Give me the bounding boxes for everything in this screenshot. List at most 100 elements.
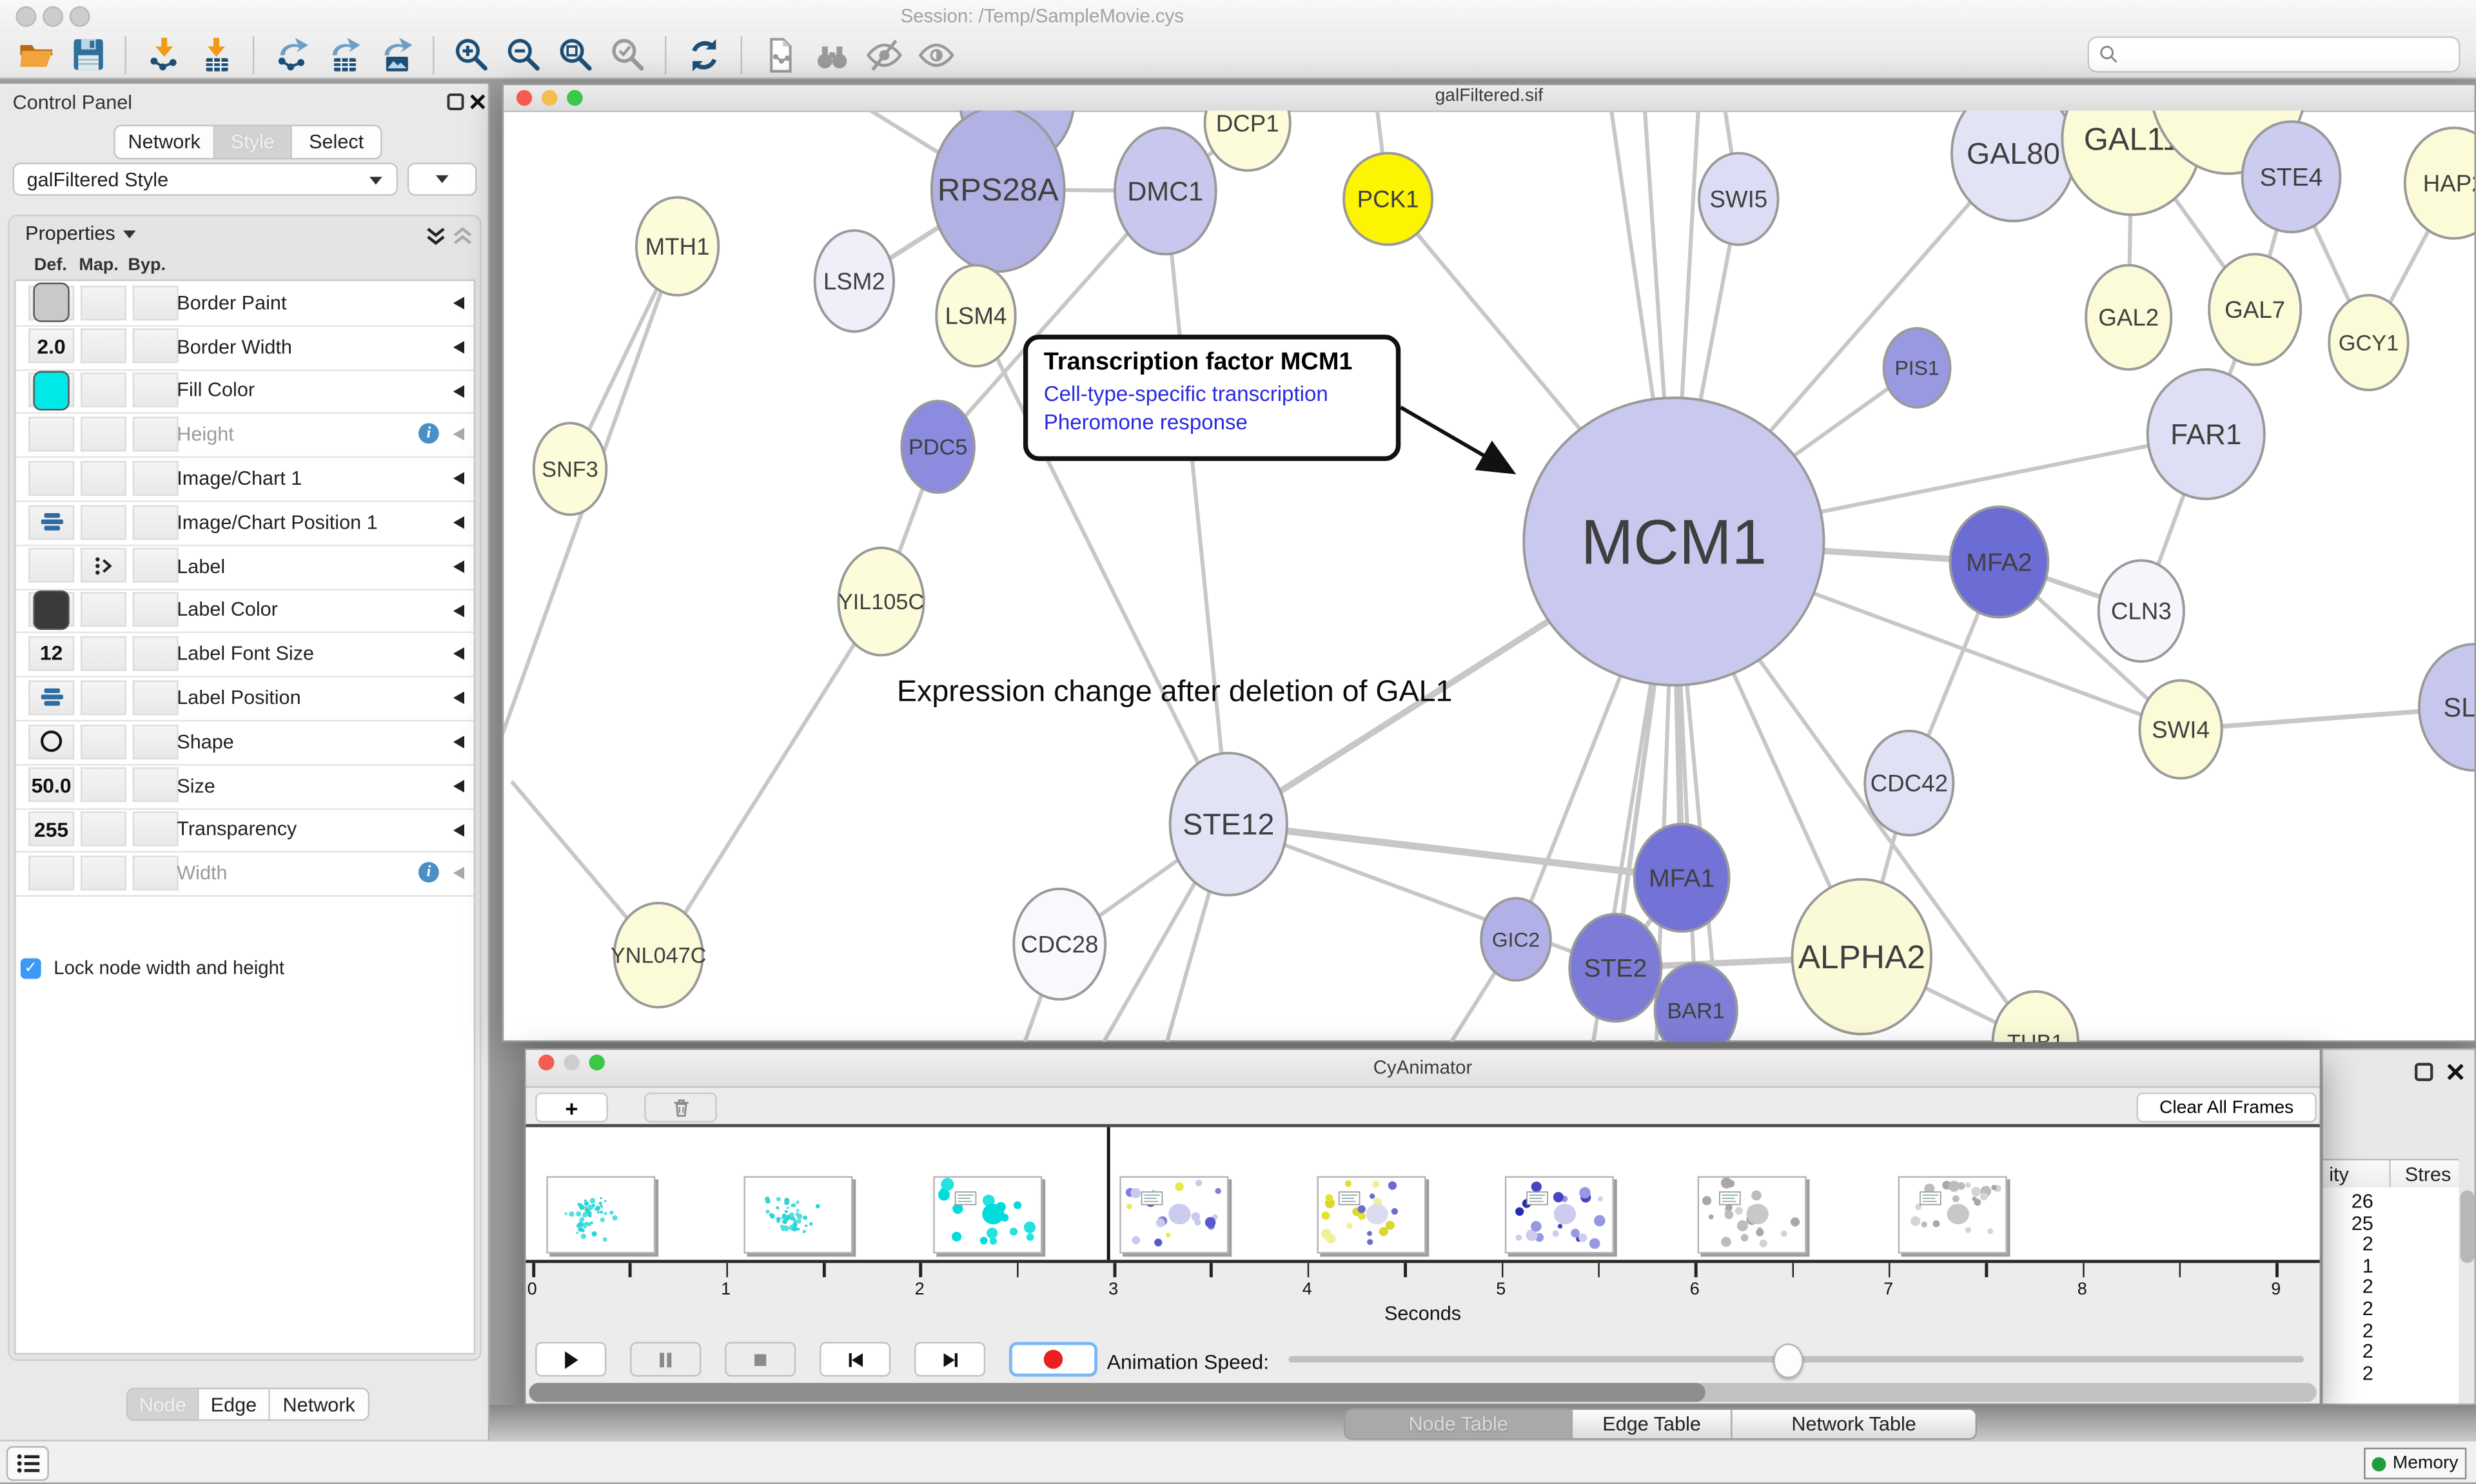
network-node-CLN3[interactable]: CLN3: [2099, 560, 2184, 661]
tab-network[interactable]: Network: [115, 126, 215, 158]
network-node-ALPHA2[interactable]: ALPHA2: [1793, 879, 1932, 1034]
network-node-CDC28[interactable]: CDC28: [1014, 889, 1105, 999]
export-image-icon[interactable]: [374, 33, 417, 75]
float-panel-icon[interactable]: [447, 93, 464, 110]
network-node-HAP2[interactable]: HAP2: [2405, 128, 2475, 238]
expand-property-icon[interactable]: [453, 297, 464, 309]
expand-property-icon[interactable]: [453, 604, 464, 617]
network-node-STE4[interactable]: STE4: [2243, 122, 2341, 232]
zoom-in-icon[interactable]: [450, 33, 493, 75]
slider-thumb[interactable]: [1773, 1343, 1803, 1378]
table-column-stress[interactable]: Stres: [2405, 1164, 2451, 1186]
open-folder-icon[interactable]: [14, 33, 57, 75]
tab-edge-table[interactable]: Edge Table: [1573, 1410, 1732, 1438]
timeline-frame-2[interactable]: [743, 1176, 852, 1253]
property-row-transparency[interactable]: 255 Transparency: [15, 808, 473, 854]
timeline-scrollbar[interactable]: [529, 1383, 2316, 1401]
expand-all-icon[interactable]: [425, 226, 447, 246]
zoom-fit-icon[interactable]: [555, 33, 597, 75]
property-row-fill-color[interactable]: Fill Color: [15, 369, 473, 415]
table-cell[interactable]: 2: [2323, 1276, 2373, 1298]
property-row-size[interactable]: 50.0 Size: [15, 764, 473, 810]
network-edge[interactable]: [1165, 191, 1228, 824]
network-edge[interactable]: [658, 601, 881, 955]
network-node-LSM2[interactable]: LSM2: [815, 231, 894, 332]
timeline-frame-4[interactable]: [1119, 1176, 1228, 1253]
network-node-YIL105C[interactable]: YIL105C: [838, 548, 924, 656]
annotation-link[interactable]: Pheromone response: [1044, 411, 1380, 434]
table-cell[interactable]: 2: [2323, 1341, 2373, 1363]
default-value[interactable]: 12: [40, 641, 63, 665]
table-scrollbar[interactable]: [2461, 1191, 2475, 1264]
property-row-label-color[interactable]: Label Color: [15, 588, 473, 634]
lock-size-row[interactable]: ✓ Lock node width and height: [21, 957, 284, 979]
default-value[interactable]: 50.0: [32, 774, 72, 797]
column-divider[interactable]: [2389, 1160, 2390, 1187]
zoom-selected-icon[interactable]: [606, 33, 649, 75]
network-node-MCM1[interactable]: MCM1: [1524, 398, 1823, 685]
timeline-playhead[interactable]: [1107, 1128, 1110, 1260]
info-icon[interactable]: i: [418, 424, 439, 444]
network-node-STE2[interactable]: STE2: [1569, 914, 1661, 1022]
network-node-PCK1[interactable]: PCK1: [1344, 153, 1432, 245]
expand-property-icon[interactable]: [453, 516, 464, 529]
scrollbar-thumb[interactable]: [529, 1383, 1705, 1401]
tab-edge[interactable]: Edge: [199, 1389, 270, 1420]
network-node-SLT2[interactable]: SLT2: [2419, 644, 2475, 770]
property-row-border-paint[interactable]: Border Paint: [15, 281, 473, 327]
network-node-YNL047C[interactable]: YNL047C: [611, 903, 707, 1008]
network-canvas[interactable]: RPS28ADMC1DCP1PCK1SWI5MTH1LSM2LSM4SNF3PD…: [504, 110, 2474, 1042]
expand-property-icon[interactable]: [453, 340, 464, 353]
tab-node-table[interactable]: Node Table: [1346, 1410, 1573, 1438]
style-options-button[interactable]: [408, 162, 477, 195]
network-node-RPS28A[interactable]: RPS28A: [932, 110, 1065, 271]
color-swatch[interactable]: [33, 282, 69, 322]
default-value[interactable]: 2.0: [37, 335, 65, 358]
expand-property-icon[interactable]: [453, 736, 464, 748]
find-icon[interactable]: [810, 33, 852, 75]
network-node-GCY1[interactable]: GCY1: [2329, 295, 2408, 390]
memory-button[interactable]: Memory: [2364, 1448, 2466, 1479]
table-header-row[interactable]: ity Stres: [2323, 1159, 2459, 1189]
save-icon[interactable]: [66, 33, 109, 75]
table-cell[interactable]: 1: [2323, 1255, 2373, 1276]
properties-header[interactable]: Properties: [25, 222, 135, 244]
property-row-width[interactable]: Width i: [15, 852, 473, 897]
cyanimator-titlebar[interactable]: CyAnimator: [526, 1050, 2320, 1088]
table-column-ity[interactable]: ity: [2329, 1164, 2349, 1186]
stop-button[interactable]: [725, 1342, 796, 1377]
clone-network-icon[interactable]: [758, 33, 801, 75]
annotation-box[interactable]: Transcription factor MCM1 Cell-type-spec…: [1023, 335, 1400, 461]
property-row-height[interactable]: Height i: [15, 413, 473, 458]
expand-property-icon[interactable]: [453, 429, 464, 442]
pause-button[interactable]: [630, 1342, 701, 1377]
timeline-frame-6[interactable]: [1505, 1176, 1614, 1253]
expand-property-icon[interactable]: [453, 779, 464, 792]
network-node-LSM4[interactable]: LSM4: [936, 265, 1015, 366]
network-node-CDC42[interactable]: CDC42: [1865, 731, 1953, 835]
property-row-image-chart-1[interactable]: Image/Chart 1: [15, 456, 473, 502]
record-button[interactable]: [1009, 1342, 1097, 1377]
clear-all-frames-button[interactable]: Clear All Frames: [2136, 1093, 2316, 1123]
skip-to-start-button[interactable]: [820, 1342, 890, 1377]
export-network-icon[interactable]: [270, 33, 313, 75]
property-row-label-font-size[interactable]: 12 Label Font Size: [15, 632, 473, 678]
property-row-label[interactable]: Label: [15, 544, 473, 590]
zoom-out-icon[interactable]: [502, 33, 545, 75]
annotation-link[interactable]: Cell-type-specific transcription: [1044, 382, 1380, 406]
info-icon[interactable]: i: [418, 863, 439, 883]
hide-eye-icon[interactable]: [862, 33, 905, 75]
table-cell[interactable]: 2: [2323, 1362, 2373, 1384]
timeline-frame-3[interactable]: [933, 1176, 1042, 1253]
expand-property-icon[interactable]: [453, 385, 464, 398]
timeline-frame-1[interactable]: [546, 1176, 655, 1253]
add-frame-button[interactable]: +: [535, 1093, 608, 1123]
table-cell[interactable]: 26: [2323, 1191, 2373, 1213]
play-button[interactable]: [535, 1342, 606, 1377]
close-panel-icon[interactable]: [469, 93, 486, 110]
float-panel-icon[interactable]: [2414, 1062, 2433, 1081]
network-node-GAL2[interactable]: GAL2: [2086, 265, 2171, 369]
tab-style[interactable]: Style: [215, 126, 292, 158]
timeline-frame-5[interactable]: [1317, 1176, 1426, 1253]
table-cell[interactable]: 2: [2323, 1319, 2373, 1341]
